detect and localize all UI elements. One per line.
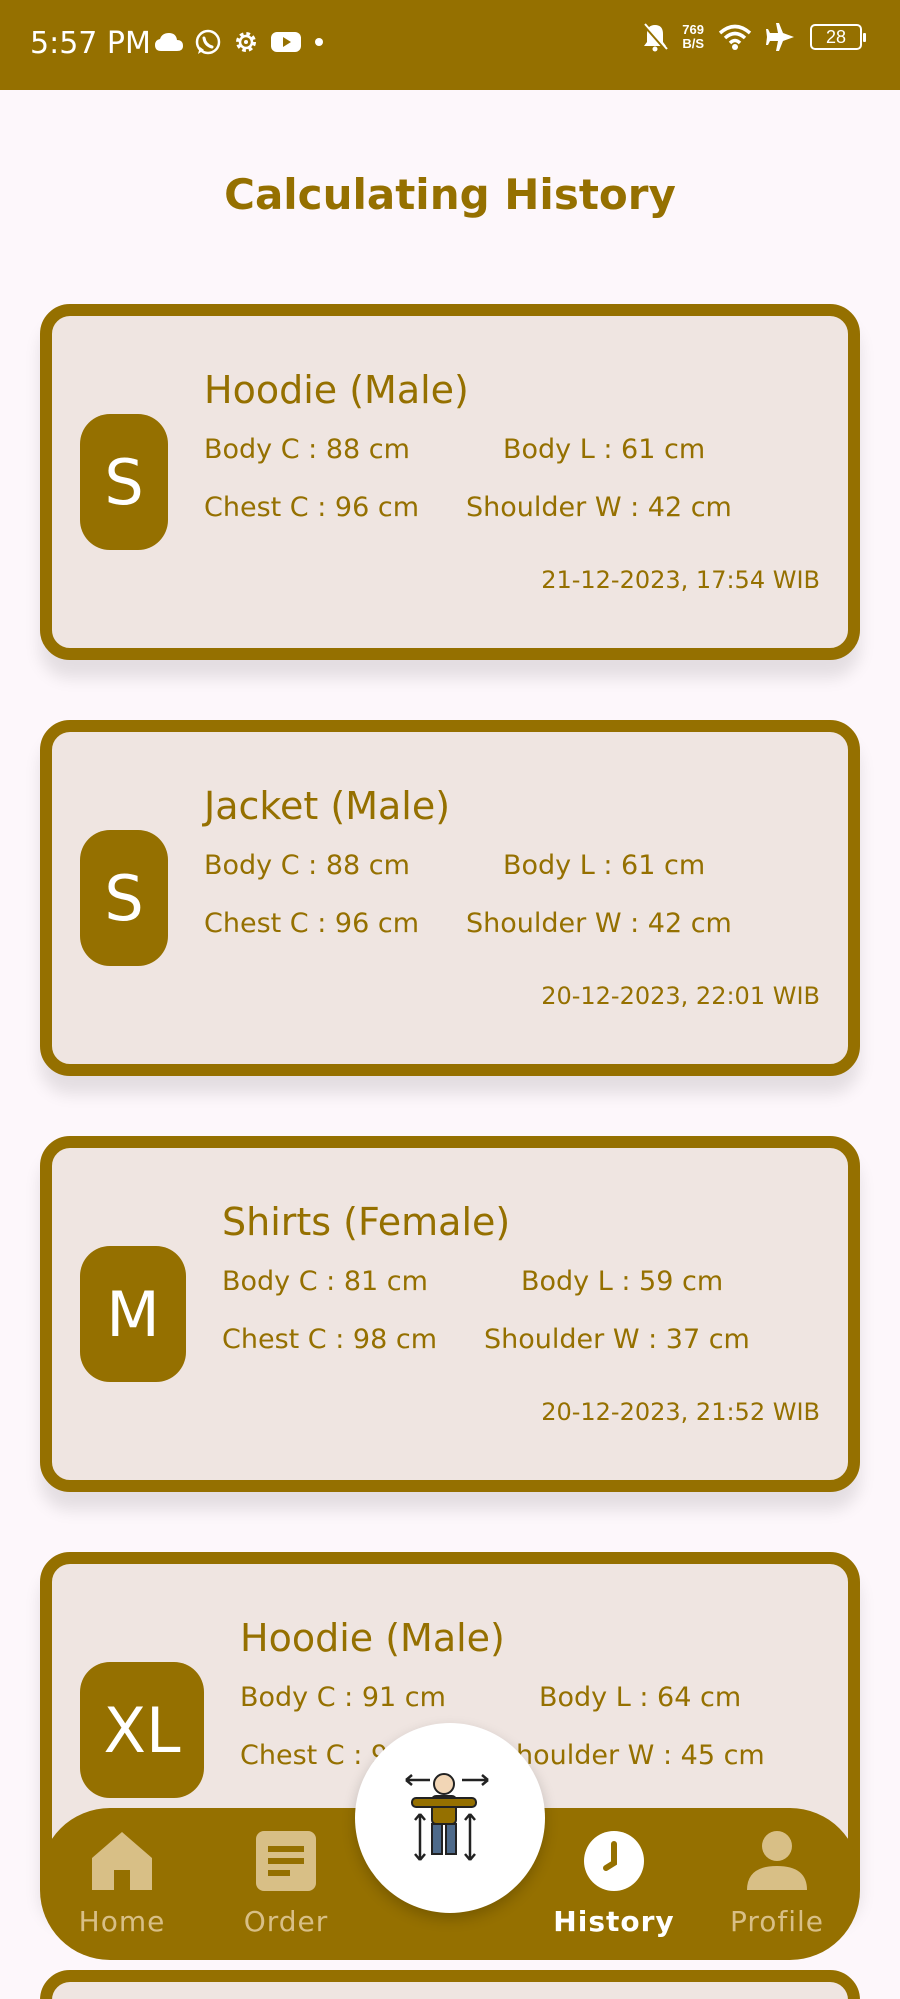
size-badge: S [80, 830, 168, 966]
history-card[interactable]: M Shirts (Female) Body C : 81 cm Body L … [40, 1136, 860, 1492]
battery-level: 28 [825, 27, 847, 47]
dot-icon [315, 38, 323, 46]
chest-circumference: Chest C : 9 [240, 1740, 389, 1771]
item-title: Jacket (Male) [204, 784, 451, 828]
body-length: Body L : 59 cm [521, 1266, 724, 1297]
order-icon [256, 1831, 316, 1891]
body-circumference: Body C : 81 cm [222, 1266, 428, 1297]
whatsapp-icon [195, 29, 221, 55]
timestamp: 21-12-2023, 17:54 WIB [541, 566, 820, 594]
nav-profile[interactable]: Profile [712, 1830, 842, 1938]
clock-icon [584, 1831, 644, 1891]
history-card[interactable] [40, 1970, 860, 1999]
home-icon [92, 1832, 152, 1890]
chest-circumference: Chest C : 96 cm [204, 908, 420, 939]
nav-label: History [553, 1905, 675, 1938]
network-speed: 769 B/S [682, 23, 704, 51]
shoulder-width: Shoulder W : 37 cm [484, 1324, 750, 1355]
airplane-icon [766, 23, 794, 51]
size-badge: S [80, 414, 168, 550]
timestamp: 20-12-2023, 21:52 WIB [541, 1398, 820, 1426]
body-measure-icon [405, 1773, 489, 1861]
speed-unit: B/S [682, 36, 704, 51]
measure-fab[interactable] [355, 1723, 545, 1913]
nav-order[interactable]: Order [221, 1830, 351, 1938]
nav-home[interactable]: Home [57, 1830, 187, 1938]
size-badge: XL [80, 1662, 204, 1798]
status-time: 5:57 PM [30, 26, 151, 61]
nav-history[interactable]: History [549, 1830, 679, 1938]
nav-label: Order [243, 1905, 329, 1938]
page-title: Calculating History [224, 170, 676, 219]
timestamp: 20-12-2023, 22:01 WIB [541, 982, 820, 1010]
shoulder-width: Shoulder W : 42 cm [466, 492, 732, 523]
body-circumference: Body C : 88 cm [204, 850, 410, 881]
body-length: Body L : 64 cm [539, 1682, 742, 1713]
shoulder-width: Shoulder W : 42 cm [466, 908, 732, 939]
history-card[interactable]: S Hoodie (Male) Body C : 88 cm Body L : … [40, 304, 860, 660]
body-circumference: Body C : 91 cm [240, 1682, 446, 1713]
shoulder-width: houlder W : 45 cm [516, 1740, 765, 1771]
item-title: Shirts (Female) [222, 1200, 511, 1244]
body-length: Body L : 61 cm [503, 850, 706, 881]
nav-label: Home [78, 1905, 166, 1938]
history-card[interactable]: S Jacket (Male) Body C : 88 cm Body L : … [40, 720, 860, 1076]
chest-circumference: Chest C : 98 cm [222, 1324, 438, 1355]
item-title: Hoodie (Male) [240, 1616, 505, 1660]
profile-icon [747, 1831, 807, 1890]
size-badge: M [80, 1246, 186, 1382]
bell-off-icon [643, 23, 669, 52]
nav-label: Profile [729, 1905, 825, 1938]
status-bar: 5:57 PM 769 B/S 28 [0, 0, 900, 90]
cloud-icon [155, 33, 183, 51]
item-title: Hoodie (Male) [204, 368, 469, 412]
speed-value: 769 [682, 22, 704, 37]
settings-icon [236, 32, 256, 52]
youtube-icon [271, 32, 301, 52]
wifi-icon [718, 24, 752, 50]
body-circumference: Body C : 88 cm [204, 434, 410, 465]
battery-icon: 28 [810, 24, 866, 50]
chest-circumference: Chest C : 96 cm [204, 492, 420, 523]
body-length: Body L : 61 cm [503, 434, 706, 465]
